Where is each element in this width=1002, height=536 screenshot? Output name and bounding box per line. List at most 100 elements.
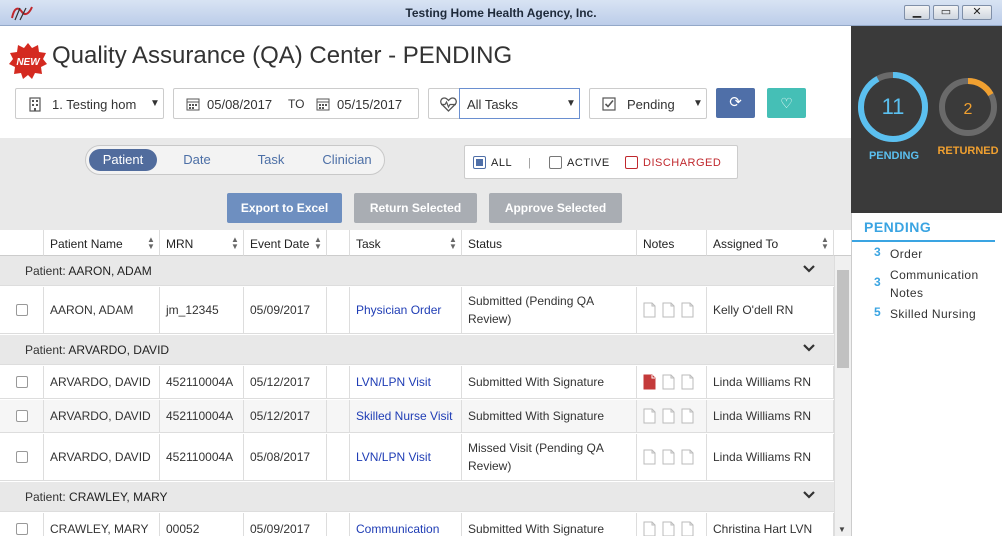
note-icon[interactable]	[643, 408, 656, 424]
maximize-button[interactable]: ▭	[933, 5, 959, 20]
row-checkbox[interactable]	[15, 376, 28, 388]
task-cell[interactable]: Communication	[350, 513, 462, 536]
date-to-input[interactable]: 05/15/2017	[337, 97, 402, 112]
pending-item-label: Communication Notes	[890, 268, 979, 300]
column-event-date[interactable]: Event Date ▲ ▼	[244, 230, 327, 256]
chevron-down-icon[interactable]	[802, 341, 816, 355]
column-mrn[interactable]: MRN ▲ ▼	[160, 230, 244, 256]
assigned-cell: Linda Williams RN	[707, 434, 834, 480]
note-icon[interactable]	[662, 449, 675, 465]
filter-all-checkbox[interactable]	[473, 156, 486, 169]
note-icon[interactable]	[681, 302, 694, 318]
approve-selected-button[interactable]: Approve Selected	[489, 193, 622, 223]
minimize-button[interactable]: ▁	[904, 5, 930, 20]
column-assigned-to[interactable]: Assigned To ▲ ▼	[707, 230, 834, 256]
new-badge-text: NEW	[16, 57, 41, 68]
table-scrollbar[interactable]: ▼	[834, 256, 851, 536]
row-checkbox[interactable]	[15, 410, 28, 422]
pending-item-label: Order	[890, 247, 923, 261]
segment-date[interactable]: Date	[162, 149, 232, 171]
pending-item-label: Skilled Nursing	[890, 307, 977, 321]
notes-cell	[637, 366, 707, 398]
row-checkbox[interactable]	[15, 523, 28, 535]
filter-discharged-label: DISCHARGED	[643, 157, 722, 169]
segment-clinician[interactable]: Clinician	[312, 149, 382, 171]
mrn-cell: 452110004A	[160, 366, 244, 398]
column-task[interactable]: Task ▲ ▼	[350, 230, 462, 256]
task-select[interactable]: All Tasks ▼	[459, 88, 580, 119]
page-header: NEW Quality Assurance (QA) Center - PEND…	[0, 26, 851, 138]
return-selected-button[interactable]: Return Selected	[354, 193, 477, 223]
filter-active-checkbox[interactable]	[549, 156, 562, 169]
segment-patient[interactable]: Patient	[89, 149, 157, 171]
column-label: Event Date	[250, 237, 310, 251]
spacer-cell	[327, 366, 350, 398]
note-icon[interactable]	[662, 302, 675, 318]
task-cell[interactable]: Physician Order	[350, 287, 462, 333]
patient-group-header[interactable]: Patient: AARON, ADAM	[0, 256, 834, 286]
note-icon[interactable]	[643, 521, 656, 536]
qa-table: Patient Name ▲ ▼ MRN ▲ ▼ Event Date ▲ ▼ Task ▲ ▼…	[0, 230, 851, 536]
mrn-cell: 452110004A	[160, 400, 244, 432]
assigned-cell: Christina Hart LVN	[707, 513, 834, 536]
spacer-cell	[327, 400, 350, 432]
note-icon[interactable]	[681, 374, 694, 390]
patient-status-filter: ALL | ACTIVE DISCHARGED	[464, 145, 738, 179]
note-icon[interactable]	[662, 408, 675, 424]
patient-cell: ARVARDO, DAVID	[44, 434, 160, 480]
note-icon[interactable]	[643, 449, 656, 465]
checkbox-checked-icon	[602, 97, 616, 111]
note-icon[interactable]	[662, 374, 675, 390]
task-cell[interactable]: Skilled Nurse Visit	[350, 400, 462, 432]
agency-select[interactable]: 1. Testing hom ▼	[15, 88, 164, 119]
scroll-down-icon[interactable]: ▼	[838, 525, 846, 534]
chevron-down-icon[interactable]	[802, 488, 816, 502]
patient-cell: AARON, ADAM	[44, 287, 160, 333]
patient-cell: ARVARDO, DAVID	[44, 400, 160, 432]
scrollbar-thumb[interactable]	[837, 270, 849, 368]
date-to-label: TO	[288, 97, 305, 111]
pending-count[interactable]: 11	[882, 94, 905, 119]
note-icon[interactable]	[643, 302, 656, 318]
table-row[interactable]: CRAWLEY, MARY 00052 05/09/2017 Communicatio…	[0, 513, 834, 536]
refresh-button[interactable]: ⟳	[716, 88, 755, 118]
note-icon[interactable]	[681, 449, 694, 465]
table-row[interactable]: ARVARDO, DAVID 452110004A 05/12/2017 Skille…	[0, 400, 834, 433]
spacer-cell	[327, 434, 350, 480]
mrn-cell: 00052	[160, 513, 244, 536]
close-icon: ✕	[972, 6, 982, 18]
export-to-excel-button[interactable]: Export to Excel	[227, 193, 342, 223]
task-cell[interactable]: LVN/LPN Visit	[350, 366, 462, 398]
chevron-down-icon[interactable]	[802, 262, 816, 276]
returned-label: RETURNED	[937, 145, 999, 157]
column-patient-name[interactable]: Patient Name ▲ ▼	[44, 230, 160, 256]
patient-group-header[interactable]: Patient: ARVARDO, DAVID	[0, 335, 834, 365]
group-label: Patient:	[25, 490, 66, 504]
close-button[interactable]: ✕	[962, 5, 992, 20]
returned-count[interactable]: 2	[964, 101, 973, 118]
row-select-cell	[0, 434, 44, 480]
note-icon[interactable]	[681, 521, 694, 536]
table-row[interactable]: AARON, ADAM jm_12345 05/09/2017 Physician O…	[0, 287, 834, 334]
table-row[interactable]: ARVARDO, DAVID 452110004A 05/08/2017 LVN/LP…	[0, 434, 834, 481]
building-icon	[29, 97, 41, 112]
status-select[interactable]: Pending ▼	[589, 88, 707, 119]
task-filter: All Tasks ▼	[428, 88, 580, 119]
notes-cell	[637, 434, 707, 480]
note-icon[interactable]	[662, 521, 675, 536]
row-checkbox[interactable]	[15, 451, 28, 463]
group-title: Patient: AARON, ADAM	[25, 264, 152, 278]
patient-group-header[interactable]: Patient: CRAWLEY, MARY	[0, 482, 834, 512]
row-checkbox[interactable]	[15, 304, 28, 316]
table-row[interactable]: ARVARDO, DAVID 452110004A 05/12/2017 LVN/LP…	[0, 366, 834, 399]
filter-discharged-checkbox[interactable]	[625, 156, 638, 169]
group-label: Patient:	[25, 343, 66, 357]
pending-label: PENDING	[868, 150, 920, 162]
column-label: Task	[356, 237, 381, 251]
note-icon[interactable]	[681, 408, 694, 424]
note-flagged-icon[interactable]	[643, 374, 656, 390]
segment-task[interactable]: Task	[236, 149, 306, 171]
task-cell[interactable]: LVN/LPN Visit	[350, 434, 462, 480]
date-from-input[interactable]: 05/08/2017	[207, 97, 272, 112]
favorite-button[interactable]: ♡	[767, 88, 806, 118]
